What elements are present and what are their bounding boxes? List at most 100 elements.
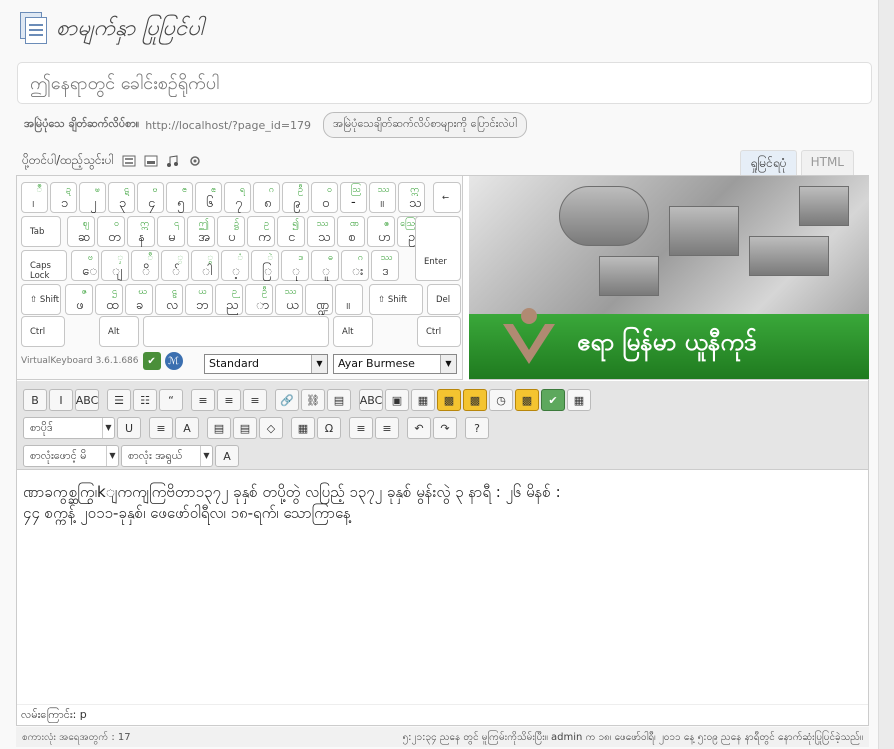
- toolbar-button[interactable]: ▩: [515, 389, 539, 411]
- keyboard-key[interactable]: ဗေ: [71, 250, 99, 281]
- key-backspace[interactable]: ←: [433, 182, 461, 213]
- toolbar-button[interactable]: ▦: [567, 389, 591, 411]
- change-permalinks-button[interactable]: အမြဲပုံသေချိတ်ဆက်လိပ်စာများကို ပြောင်းလဲ…: [323, 112, 527, 138]
- key-enter[interactable]: Enter: [415, 216, 461, 281]
- title-input[interactable]: [17, 62, 872, 104]
- toolbar-button[interactable]: ABC: [359, 389, 383, 411]
- tab-html[interactable]: HTML: [800, 150, 854, 177]
- keyboard-key[interactable]: ဳ၊: [21, 182, 48, 213]
- keyboard-key[interactable]: ဍ၁: [50, 182, 77, 213]
- toolbar-button[interactable]: ⛓: [301, 389, 325, 411]
- toolbar-button[interactable]: ≡: [217, 389, 241, 411]
- toolbar-button[interactable]: ↷: [433, 417, 457, 439]
- toolbar-button[interactable]: ▦: [291, 417, 315, 439]
- toolbar-button[interactable]: ▩: [437, 389, 461, 411]
- key-alt-right[interactable]: Alt: [333, 316, 373, 347]
- layout-select[interactable]: Standard ▼: [204, 354, 328, 374]
- keyboard-key[interactable]: ဃခ: [125, 284, 153, 315]
- keyboard-key[interactable]: ၌ပ: [217, 216, 245, 247]
- keyboard-key[interactable]: ယဘ: [185, 284, 213, 315]
- keyboard-key[interactable]: ဿယ: [275, 284, 303, 315]
- keyboard-key[interactable]: ံ့: [221, 250, 249, 281]
- keyboard-key[interactable]: ၍င: [277, 216, 305, 247]
- keyboard-help-icon[interactable]: ℳ: [164, 352, 183, 370]
- keyboard-key[interactable]: ဉည: [215, 284, 243, 315]
- toolbar-button[interactable]: ABC: [75, 389, 99, 411]
- keyboard-key[interactable]: ဤအ: [187, 216, 215, 247]
- key-space[interactable]: [143, 316, 329, 347]
- keyboard-key[interactable]: ဏစ: [337, 216, 365, 247]
- keyboard-key[interactable]: ္်: [161, 250, 189, 281]
- keyboard-key[interactable]: ဦာ: [245, 284, 273, 315]
- key-delete[interactable]: Del: [427, 284, 461, 315]
- keyboard-logo-icon[interactable]: ✔: [142, 352, 161, 370]
- toolbar-button[interactable]: ▦: [411, 389, 435, 411]
- font-size-select[interactable]: စာလုံး အရွယ် ▼: [121, 445, 213, 467]
- keyboard-key[interactable]: ဣန: [127, 216, 155, 247]
- image-icon[interactable]: [122, 155, 136, 167]
- toolbar-button[interactable]: ▤: [233, 417, 257, 439]
- toolbar-button[interactable]: ≡: [243, 389, 267, 411]
- video-icon[interactable]: [144, 155, 158, 167]
- keyboard-key[interactable]: ီိ: [131, 250, 159, 281]
- toolbar-button[interactable]: ▤: [207, 417, 231, 439]
- toolbar-button[interactable]: ◷: [489, 389, 513, 411]
- toolbar-button[interactable]: Ω: [317, 417, 341, 439]
- keyboard-key[interactable]: ဝ၀: [311, 182, 338, 213]
- font-style-button[interactable]: A: [215, 445, 239, 467]
- keyboard-key[interactable]: ဥက: [247, 216, 275, 247]
- keyboard-key[interactable]: ဏ္ဍ: [305, 284, 333, 315]
- keyboard-key[interactable]: ၑ၂: [79, 182, 106, 213]
- format-select[interactable]: စာပိုဒ် ▼: [23, 417, 115, 439]
- permalink-url[interactable]: http://localhost/?page_id=179: [145, 119, 311, 132]
- toolbar-button[interactable]: ↶: [407, 417, 431, 439]
- toolbar-button[interactable]: ≡: [191, 389, 215, 411]
- toolbar-button[interactable]: “: [159, 389, 183, 411]
- keyboard-key[interactable]: ှျ: [101, 250, 129, 281]
- key-ctrl-left[interactable]: Ctrl: [21, 316, 65, 347]
- toolbar-button[interactable]: ≡: [149, 417, 173, 439]
- toolbar-button[interactable]: ≡: [349, 417, 373, 439]
- keyboard-key[interactable]: ဠလ: [155, 284, 183, 315]
- toolbar-button[interactable]: I: [49, 389, 73, 411]
- toolbar-button[interactable]: ≡: [375, 417, 399, 439]
- keyboard-key[interactable]: ဧဟ: [367, 216, 395, 247]
- keyboard-key[interactable]: ဒု: [281, 250, 309, 281]
- keyboard-key[interactable]: ။: [335, 284, 363, 315]
- toolbar-button[interactable]: 🔗: [275, 389, 299, 411]
- editor-content[interactable]: ဏာခကွစ္ဆကြွ၊kျကကျကြဗိတာ၁၃၇၂ ခုနှစ် တပို့…: [23, 482, 858, 524]
- key-alt-left[interactable]: Alt: [99, 316, 139, 347]
- toolbar-button[interactable]: ▣: [385, 389, 409, 411]
- toolbar-button[interactable]: ▤: [327, 389, 351, 411]
- keyboard-key[interactable]: ဂ၈: [253, 182, 280, 213]
- toolbar-button[interactable]: U: [117, 417, 141, 439]
- toolbar-button[interactable]: ◇: [259, 417, 283, 439]
- keyboard-key[interactable]: ဓူ: [311, 250, 339, 281]
- toolbar-button[interactable]: A: [175, 417, 199, 439]
- keyboard-key[interactable]: ဦ၉: [282, 182, 309, 213]
- keyboard-key[interactable]: ဿဒ: [371, 250, 399, 281]
- toolbar-button[interactable]: ☷: [133, 389, 157, 411]
- keyboard-key[interactable]: ဂး: [341, 250, 369, 281]
- audio-icon[interactable]: [166, 155, 180, 167]
- font-family-select[interactable]: စာလုံးဖောင့် မိ ▼: [23, 445, 119, 467]
- tab-visual[interactable]: ရှုမြင်ရပုံ: [740, 150, 797, 177]
- language-select[interactable]: Ayar Burmese ▼: [333, 354, 457, 374]
- keyboard-key[interactable]: ဈဆ: [67, 216, 95, 247]
- keyboard-key[interactable]: ဲြ: [251, 250, 279, 281]
- toolbar-button[interactable]: ✔: [541, 389, 565, 411]
- key-tab[interactable]: Tab: [21, 216, 61, 247]
- keyboard-key[interactable]: ၎မ: [157, 216, 185, 247]
- keyboard-key[interactable]: ဋ၃: [108, 182, 135, 213]
- toolbar-button[interactable]: B: [23, 389, 47, 411]
- key-shift-right[interactable]: ⇧ Shift: [369, 284, 423, 315]
- key-shift-left[interactable]: ⇧ Shift: [21, 284, 61, 315]
- keyboard-key[interactable]: ဝတ: [97, 216, 125, 247]
- toolbar-button[interactable]: ?: [465, 417, 489, 439]
- key-ctrl-right[interactable]: Ctrl: [417, 316, 461, 347]
- keyboard-key[interactable]: ဌထ: [95, 284, 123, 315]
- keyboard-key[interactable]: ဣသ: [398, 182, 425, 213]
- keyboard-key[interactable]: ဩ-: [340, 182, 367, 213]
- toolbar-button[interactable]: ▩: [463, 389, 487, 411]
- media-gear-icon[interactable]: [188, 155, 202, 167]
